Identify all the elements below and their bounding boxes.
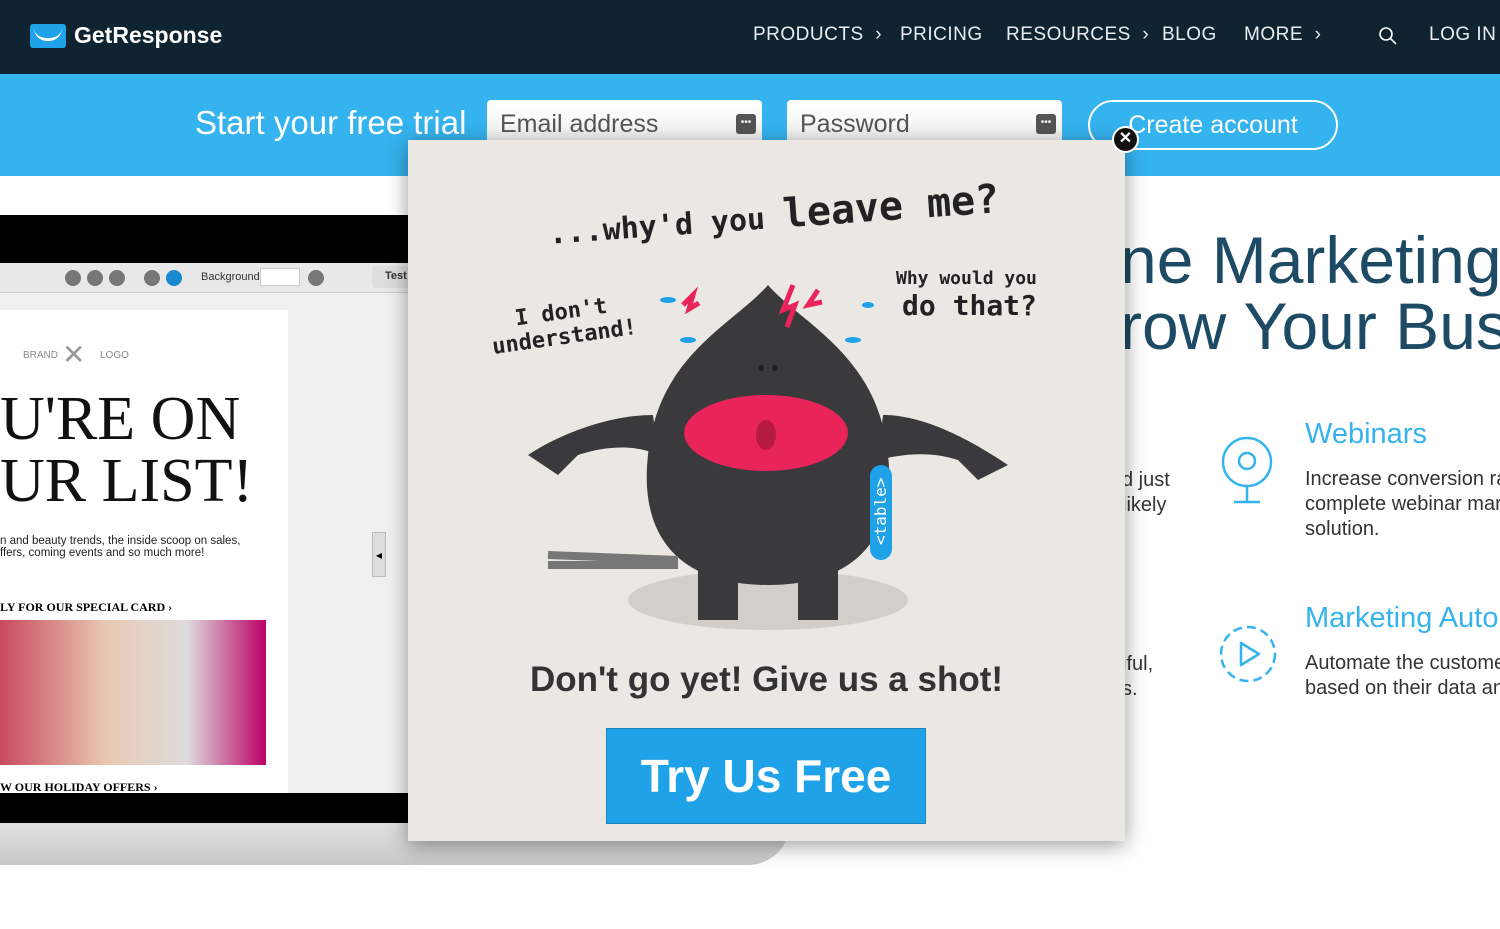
feature-title[interactable]: Webinars bbox=[1305, 418, 1427, 451]
toolbar-icon[interactable] bbox=[87, 270, 103, 286]
email-headline: U'RE ON UR LIST! bbox=[0, 385, 254, 515]
chevron-right-icon: › bbox=[1142, 24, 1150, 45]
email-link[interactable]: W OUR HOLIDAY OFFERS › bbox=[0, 780, 158, 795]
password-manager-icon: ••• bbox=[736, 114, 756, 134]
modal-title: ...why'd you leave me? bbox=[547, 176, 1001, 252]
brand-logo[interactable]: GetResponse bbox=[30, 22, 222, 49]
image-icon[interactable] bbox=[308, 270, 324, 286]
top-nav: GetResponse PRODUCTS › PRICING RESOURCES… bbox=[0, 0, 1500, 74]
nav-more[interactable]: MORE › bbox=[1244, 24, 1321, 46]
feature-title[interactable]: Marketing Auto bbox=[1305, 602, 1498, 635]
email-preview: BRAND ✕ LOGO U'RE ON UR LIST! n and beaut… bbox=[0, 310, 288, 795]
password-manager-icon: ••• bbox=[1036, 114, 1056, 134]
try-us-free-button[interactable]: Try Us Free bbox=[606, 728, 926, 824]
test-button[interactable]: Test bbox=[372, 266, 412, 288]
signup-title: Start your free trial bbox=[195, 104, 467, 141]
chevron-right-icon: › bbox=[1314, 24, 1322, 45]
toolbar-icon[interactable] bbox=[109, 270, 125, 286]
collapse-handle[interactable]: ◀ bbox=[372, 532, 386, 577]
gear-play-icon bbox=[1219, 625, 1277, 683]
email-link[interactable]: LY FOR OUR SPECIAL CARD › bbox=[0, 600, 172, 615]
zoom-in-icon[interactable] bbox=[166, 270, 182, 286]
svg-text:<table>: <table> bbox=[871, 478, 890, 545]
brand-name: GetResponse bbox=[74, 22, 223, 48]
chevron-right-icon: › bbox=[875, 24, 883, 45]
hero-title: row Your Busin bbox=[1120, 289, 1500, 363]
logo-icon bbox=[30, 23, 66, 48]
exit-intent-modal: ...why'd you leave me? I don't understand… bbox=[408, 140, 1125, 841]
search-icon[interactable] bbox=[1378, 26, 1398, 46]
background-select[interactable] bbox=[260, 268, 300, 286]
webcam-icon bbox=[1221, 436, 1273, 504]
login-link[interactable]: LOG IN bbox=[1429, 24, 1496, 46]
nav-blog[interactable]: BLOG bbox=[1162, 24, 1217, 46]
close-modal-icon[interactable]: ✕ bbox=[1112, 126, 1139, 153]
modal-headline: Don't go yet! Give us a shot! bbox=[529, 660, 1004, 699]
nav-products[interactable]: PRODUCTS › bbox=[753, 24, 882, 46]
nav-resources[interactable]: RESOURCES › bbox=[1006, 24, 1149, 46]
hero-title: ne Marketing bbox=[1120, 223, 1500, 297]
nav-pricing[interactable]: PRICING bbox=[900, 24, 983, 46]
background-label: Background bbox=[201, 271, 260, 283]
email-photo bbox=[0, 620, 266, 765]
toolbar-icon[interactable] bbox=[65, 270, 81, 286]
editor-toolbar: Background Test bbox=[0, 263, 412, 293]
zoom-out-icon[interactable] bbox=[144, 270, 160, 286]
crying-monster-illustration: <table> bbox=[528, 284, 1008, 630]
